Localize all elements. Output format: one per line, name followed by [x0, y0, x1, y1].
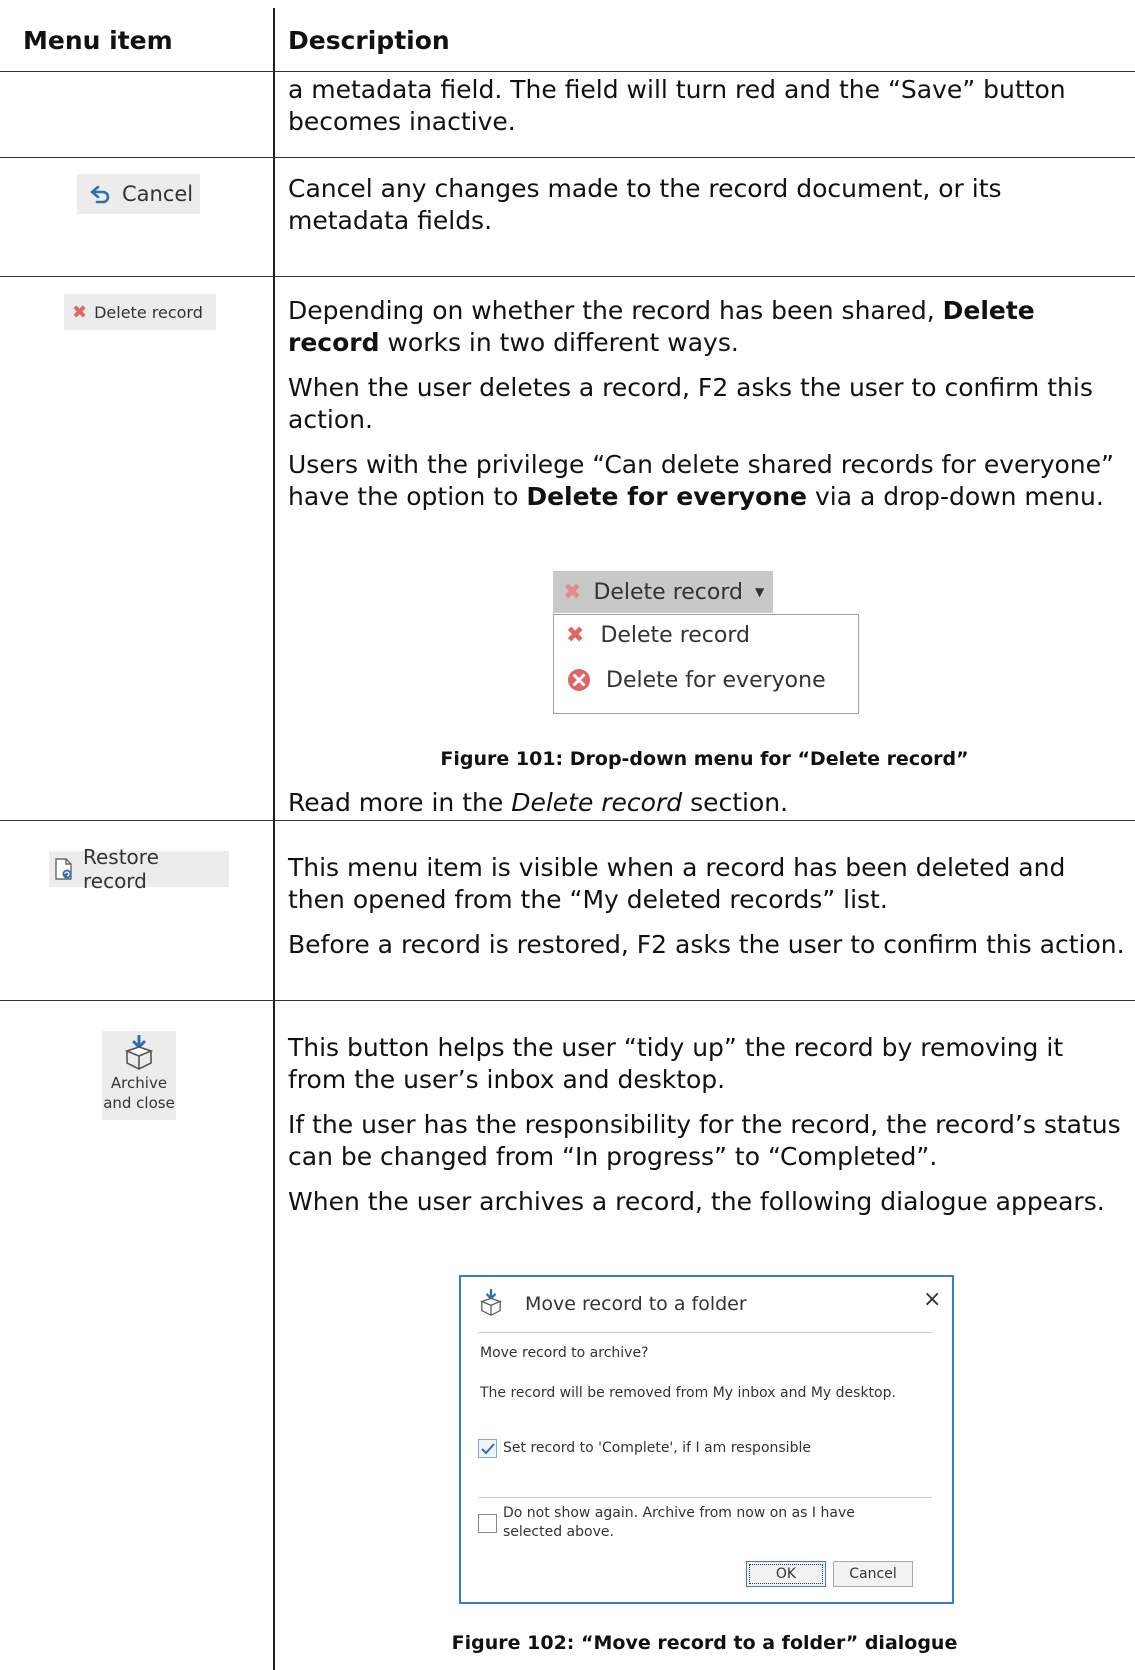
dialog-question: Move record to archive?	[480, 1345, 649, 1361]
document-page: Menu item Description a metadata field. …	[0, 0, 1135, 1670]
save-description: a metadata field. The field will turn re…	[288, 74, 1128, 151]
dialog-info: The record will be removed from My inbox…	[480, 1385, 896, 1401]
restore-document-icon	[55, 858, 72, 880]
restore-paragraph-1: This menu item is visible when a record …	[288, 853, 1066, 914]
archive-description: This button helps the user “tidy up” the…	[288, 1032, 1128, 1231]
cancel-button[interactable]: Cancel	[77, 174, 200, 214]
dropdown-delete-record-button[interactable]: ✖ Delete record ▼	[553, 571, 773, 613]
do-not-show-checkbox[interactable]	[478, 1514, 497, 1533]
dropdown-button-label: Delete record	[593, 579, 743, 605]
archive-paragraph-3: When the user archives a record, the fol…	[288, 1187, 1105, 1216]
delete-x-icon: ✖	[566, 623, 585, 648]
archive-paragraph-2: If the user has the responsibility for t…	[288, 1110, 1121, 1171]
cancel-dialog-button[interactable]: Cancel	[833, 1561, 913, 1587]
delete-x-icon: ✖	[72, 301, 88, 323]
delete-description: Depending on whether the record has been…	[288, 295, 1128, 526]
archive-label-line1: Archive	[110, 1074, 168, 1092]
header-divider	[0, 71, 1135, 72]
header-menu-item: Menu item	[23, 26, 173, 55]
undo-icon	[90, 185, 110, 204]
row-divider	[0, 157, 1135, 158]
dialog-divider	[478, 1332, 932, 1333]
delete-paragraph-1: Depending on whether the record has been…	[288, 296, 1035, 357]
close-icon[interactable]: ×	[923, 1287, 941, 1312]
cancel-button-label: Cancel	[122, 182, 194, 206]
row-divider	[0, 1000, 1135, 1001]
complete-checkbox-label: Set record to 'Complete', if I am respon…	[503, 1440, 811, 1456]
dropdown-menu: ✖ Delete record Delete for everyone	[553, 614, 859, 714]
row-divider	[0, 276, 1135, 277]
menu-item-label: Delete record	[600, 623, 750, 648]
save-description-text: a metadata field. The field will turn re…	[288, 75, 1066, 136]
delete-record-button-label: Delete record	[94, 302, 203, 322]
delete-paragraph-3: Users with the privilege “Can delete sha…	[288, 450, 1114, 511]
column-divider	[273, 8, 275, 1670]
delete-circle-icon	[568, 669, 590, 691]
delete-paragraph-2: When the user deletes a record, F2 asks …	[288, 373, 1093, 434]
delete-read-more: Read more in the Delete record section.	[288, 788, 789, 817]
delete-record-button[interactable]: ✖ Delete record	[64, 294, 216, 330]
cancel-description-text: Cancel any changes made to the record do…	[288, 174, 1002, 235]
dialog-title: Move record to a folder	[525, 1293, 747, 1315]
figure-101-caption: Figure 101: Drop-down menu for “Delete r…	[440, 748, 969, 770]
restore-record-button[interactable]: Restore record	[49, 845, 229, 893]
move-record-dialog: Move record to a folder × Move record to…	[459, 1275, 954, 1604]
restore-description: This menu item is visible when a record …	[288, 852, 1128, 974]
dialog-divider	[478, 1497, 932, 1498]
delete-x-icon: ✖	[563, 579, 582, 605]
archive-box-icon	[124, 1035, 154, 1070]
menu-item-label: Delete for everyone	[606, 667, 826, 693]
do-not-show-label: Do not show again. Archive from now on a…	[503, 1505, 855, 1540]
restore-paragraph-2: Before a record is restored, F2 asks the…	[288, 930, 1125, 959]
menu-item-delete-for-everyone[interactable]: Delete for everyone	[566, 667, 826, 693]
caret-down-icon: ▼	[755, 585, 765, 599]
archive-and-close-button[interactable]: Archive and close	[102, 1031, 176, 1120]
archive-box-icon	[480, 1289, 502, 1316]
figure-102-caption: Figure 102: “Move record to a folder” di…	[451, 1632, 958, 1654]
archive-label-line2: and close	[103, 1094, 175, 1112]
ok-button[interactable]: OK	[746, 1561, 826, 1587]
menu-item-delete-record[interactable]: ✖ Delete record	[566, 623, 750, 648]
checkmark-icon	[480, 1442, 495, 1454]
header-description: Description	[288, 26, 450, 55]
restore-record-button-label: Restore record	[82, 845, 159, 893]
complete-checkbox[interactable]	[478, 1439, 497, 1458]
cancel-description: Cancel any changes made to the record do…	[288, 173, 1128, 250]
archive-paragraph-1: This button helps the user “tidy up” the…	[288, 1033, 1064, 1094]
